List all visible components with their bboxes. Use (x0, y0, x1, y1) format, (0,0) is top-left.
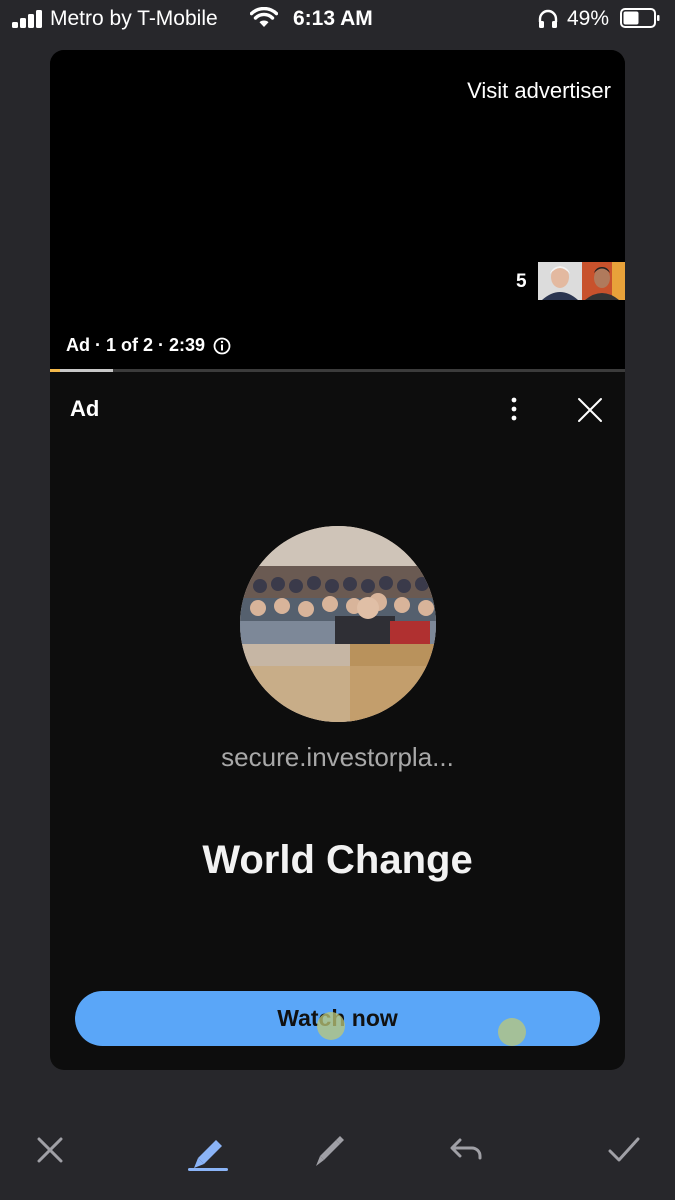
carrier-name: Metro by T-Mobile (50, 7, 218, 30)
info-icon[interactable] (213, 337, 231, 355)
touch-indicator (498, 1018, 526, 1046)
advertiser-avatar (240, 526, 436, 722)
check-icon[interactable] (602, 1128, 646, 1172)
ad-headline: World Change (202, 838, 473, 882)
up-next-count: 5 (516, 271, 527, 292)
undo-icon[interactable] (444, 1128, 488, 1172)
wifi-icon (250, 7, 278, 27)
battery-percentage: 49% (567, 7, 610, 30)
signal-icon (12, 10, 46, 28)
touch-indicator (317, 1012, 345, 1040)
battery-icon (620, 8, 660, 28)
ad-label: Ad (70, 396, 100, 421)
ad-marker (50, 369, 60, 372)
ad-meta-text: Ad · 1 of 2 · 2:39 (66, 335, 206, 355)
advertiser-domain: secure.investorpla... (221, 742, 454, 772)
up-next-thumbnail[interactable] (538, 262, 582, 300)
markup-toolbar (0, 1110, 675, 1190)
clock-time: 6:13 AM (293, 7, 373, 30)
close-icon[interactable] (576, 396, 604, 424)
status-bar: Metro by T-Mobile 6:13 AM 49% (0, 0, 675, 40)
up-next-thumbnail[interactable] (582, 262, 625, 300)
headphones-icon (538, 9, 558, 28)
highlighter-icon[interactable] (186, 1128, 230, 1172)
close-icon[interactable] (28, 1128, 72, 1172)
more-options-icon[interactable] (502, 396, 526, 422)
video-progress-bar[interactable] (50, 369, 625, 372)
ad-meta: Ad · 1 of 2 · 2:39 (66, 335, 231, 356)
visit-advertiser-link[interactable]: Visit advertiser (467, 78, 611, 104)
ad-card: Visit advertiser 5 Ad · 1 of 2 · 2:39 Ad… (50, 50, 625, 1070)
ad-video-player[interactable]: Visit advertiser 5 Ad · 1 of 2 · 2:39 (50, 50, 625, 370)
pen-icon[interactable] (308, 1128, 352, 1172)
